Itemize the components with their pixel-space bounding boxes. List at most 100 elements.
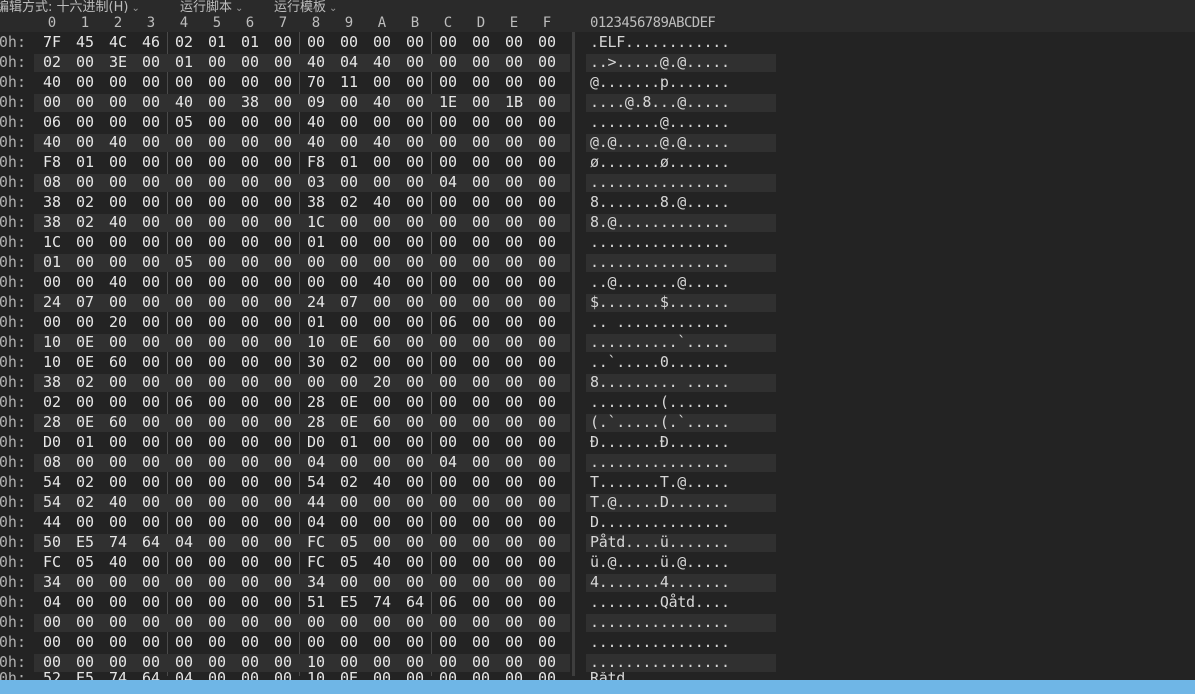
hex-byte[interactable]: 00 — [465, 553, 497, 571]
hex-byte[interactable]: 00 — [102, 393, 134, 411]
ascii-text[interactable]: ........(....... — [590, 393, 730, 411]
hex-byte[interactable]: 00 — [333, 93, 365, 111]
hex-byte[interactable]: 00 — [531, 493, 563, 511]
hex-byte[interactable]: 00 — [498, 213, 530, 231]
hex-byte[interactable]: 00 — [102, 173, 134, 191]
hex-byte[interactable]: 00 — [531, 293, 563, 311]
hex-byte[interactable]: 00 — [399, 133, 431, 151]
hex-byte[interactable]: 00 — [531, 453, 563, 471]
hex-byte[interactable]: 00 — [498, 653, 530, 671]
hex-byte[interactable]: 00 — [69, 453, 101, 471]
hex-byte[interactable]: 00 — [168, 453, 200, 471]
hex-byte[interactable]: 00 — [69, 593, 101, 611]
hex-byte[interactable]: 00 — [102, 633, 134, 651]
hex-byte[interactable]: 00 — [399, 653, 431, 671]
hex-byte[interactable]: 38 — [36, 373, 68, 391]
hex-byte[interactable]: 06 — [36, 113, 68, 131]
hex-byte[interactable]: 04 — [300, 513, 332, 531]
hex-byte[interactable]: 00 — [531, 133, 563, 151]
hex-byte[interactable]: 38 — [36, 213, 68, 231]
hex-byte[interactable]: 00 — [531, 513, 563, 531]
hex-byte[interactable]: 07 — [333, 293, 365, 311]
hex-byte[interactable]: 00 — [135, 313, 167, 331]
hex-byte[interactable]: 00 — [135, 93, 167, 111]
hex-byte[interactable]: 00 — [498, 353, 530, 371]
hex-byte[interactable]: 00 — [69, 113, 101, 131]
hex-byte[interactable]: 00 — [498, 533, 530, 551]
hex-byte[interactable]: 00 — [201, 253, 233, 271]
hex-byte[interactable]: 00 — [399, 293, 431, 311]
hex-byte[interactable]: 00 — [366, 453, 398, 471]
hex-byte[interactable]: 34 — [300, 573, 332, 591]
hex-byte[interactable]: 00 — [333, 233, 365, 251]
hex-byte[interactable]: 00 — [267, 653, 299, 671]
ascii-text[interactable]: ..@.......@..... — [590, 273, 730, 291]
hex-byte[interactable]: 00 — [432, 513, 464, 531]
hex-byte[interactable]: 00 — [234, 473, 266, 491]
hex-byte[interactable]: 00 — [366, 293, 398, 311]
ascii-text[interactable]: 8......... ..... — [590, 373, 730, 391]
hex-byte[interactable]: 00 — [366, 253, 398, 271]
hex-byte[interactable]: 00 — [201, 73, 233, 91]
hex-byte[interactable]: 00 — [465, 193, 497, 211]
hex-byte[interactable]: 00 — [69, 173, 101, 191]
hex-byte[interactable]: 00 — [498, 253, 530, 271]
hex-byte[interactable]: 00 — [267, 613, 299, 631]
hex-byte[interactable]: 00 — [531, 653, 563, 671]
hex-byte[interactable]: 40 — [366, 473, 398, 491]
hex-byte[interactable]: 00 — [432, 373, 464, 391]
hex-byte[interactable]: 00 — [531, 193, 563, 211]
hex-byte[interactable]: 00 — [69, 653, 101, 671]
ascii-text[interactable]: ................ — [590, 653, 730, 671]
hex-byte[interactable]: 00 — [498, 553, 530, 571]
hex-byte[interactable]: 10 — [36, 353, 68, 371]
hex-byte[interactable]: 00 — [267, 533, 299, 551]
hex-byte[interactable]: 00 — [300, 33, 332, 51]
hex-byte[interactable]: 11 — [333, 73, 365, 91]
hex-byte[interactable]: 02 — [69, 193, 101, 211]
hex-byte[interactable]: 0E — [69, 333, 101, 351]
hex-byte[interactable]: 00 — [201, 473, 233, 491]
hex-byte[interactable]: 00 — [465, 93, 497, 111]
hex-byte[interactable]: 00 — [267, 473, 299, 491]
hex-byte[interactable]: 40 — [102, 133, 134, 151]
hex-byte[interactable]: 46 — [135, 33, 167, 51]
hex-byte[interactable]: 00 — [300, 613, 332, 631]
hex-byte[interactable]: 00 — [366, 493, 398, 511]
hex-byte[interactable]: 00 — [465, 513, 497, 531]
hex-byte[interactable]: 05 — [69, 553, 101, 571]
hex-byte[interactable]: 00 — [399, 73, 431, 91]
hex-byte[interactable]: 00 — [465, 173, 497, 191]
hex-byte[interactable]: 00 — [300, 273, 332, 291]
hex-byte[interactable]: 00 — [267, 493, 299, 511]
hex-byte[interactable]: 00 — [333, 133, 365, 151]
ascii-text[interactable]: 4.......4....... — [590, 573, 730, 591]
hex-byte[interactable]: 00 — [267, 93, 299, 111]
hex-byte[interactable]: 01 — [36, 253, 68, 271]
hex-byte[interactable]: 00 — [69, 93, 101, 111]
hex-byte[interactable]: 00 — [267, 393, 299, 411]
hex-byte[interactable]: 00 — [201, 593, 233, 611]
hex-byte[interactable]: 40 — [366, 553, 398, 571]
hex-byte[interactable]: 00 — [432, 113, 464, 131]
hex-byte[interactable]: 00 — [333, 33, 365, 51]
hex-byte[interactable]: 0E — [333, 333, 365, 351]
hex-byte[interactable]: 00 — [333, 453, 365, 471]
hex-byte[interactable]: 00 — [465, 133, 497, 151]
hex-byte[interactable]: 00 — [465, 53, 497, 71]
hex-byte[interactable]: 00 — [267, 553, 299, 571]
hex-byte[interactable]: 00 — [531, 173, 563, 191]
hex-byte[interactable]: 00 — [168, 313, 200, 331]
hex-byte[interactable]: 00 — [399, 173, 431, 191]
hex-byte[interactable]: 10 — [300, 672, 332, 680]
hex-byte[interactable]: 00 — [201, 373, 233, 391]
hex-byte[interactable]: 00 — [201, 133, 233, 151]
hex-byte[interactable]: 00 — [399, 533, 431, 551]
hex-byte[interactable]: 00 — [102, 453, 134, 471]
hex-byte[interactable]: 00 — [168, 553, 200, 571]
hex-byte[interactable]: 00 — [432, 613, 464, 631]
hex-byte[interactable]: 00 — [135, 53, 167, 71]
hex-byte[interactable]: 0E — [333, 393, 365, 411]
hex-byte[interactable]: 08 — [36, 173, 68, 191]
hex-byte[interactable]: 00 — [531, 433, 563, 451]
